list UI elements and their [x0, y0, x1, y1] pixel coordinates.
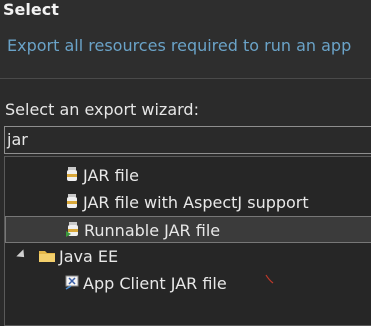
- wizard-tree[interactable]: JAR file JAR file with AspectJ support R…: [4, 156, 371, 326]
- app-client-jar-icon: [65, 275, 79, 291]
- dialog-title: Select: [3, 0, 59, 19]
- tree-item-app-client-jar-file[interactable]: App Client JAR file: [5, 270, 371, 297]
- tree-item-label: Runnable JAR file: [84, 221, 221, 240]
- tree-item-label: JAR file: [83, 166, 139, 185]
- dialog-subtitle: Export all resources required to run an …: [7, 36, 352, 55]
- runnable-jar-icon: [66, 222, 80, 238]
- jar-icon: [65, 167, 79, 183]
- tree-item-label: JAR file with AspectJ support: [83, 193, 309, 212]
- tree-item-label: Java EE: [59, 247, 119, 266]
- jar-icon: [65, 194, 79, 210]
- tree-item-runnable-jar-file[interactable]: Runnable JAR file: [5, 216, 371, 243]
- header-divider: [0, 78, 371, 79]
- folder-icon: [39, 248, 55, 264]
- wizard-filter-input[interactable]: jar: [4, 126, 371, 154]
- tree-item-label: App Client JAR file: [83, 274, 227, 293]
- cursor-mark-icon: [265, 274, 274, 284]
- wizard-prompt-label: Select an export wizard:: [5, 100, 199, 119]
- tree-item-jar-file[interactable]: JAR file: [5, 162, 371, 189]
- chevron-down-icon[interactable]: [16, 249, 28, 261]
- dialog-header: Select Export all resources required to …: [0, 0, 371, 78]
- tree-category-java-ee[interactable]: Java EE: [5, 243, 371, 270]
- tree-item-jar-file-aspectj[interactable]: JAR file with AspectJ support: [5, 189, 371, 216]
